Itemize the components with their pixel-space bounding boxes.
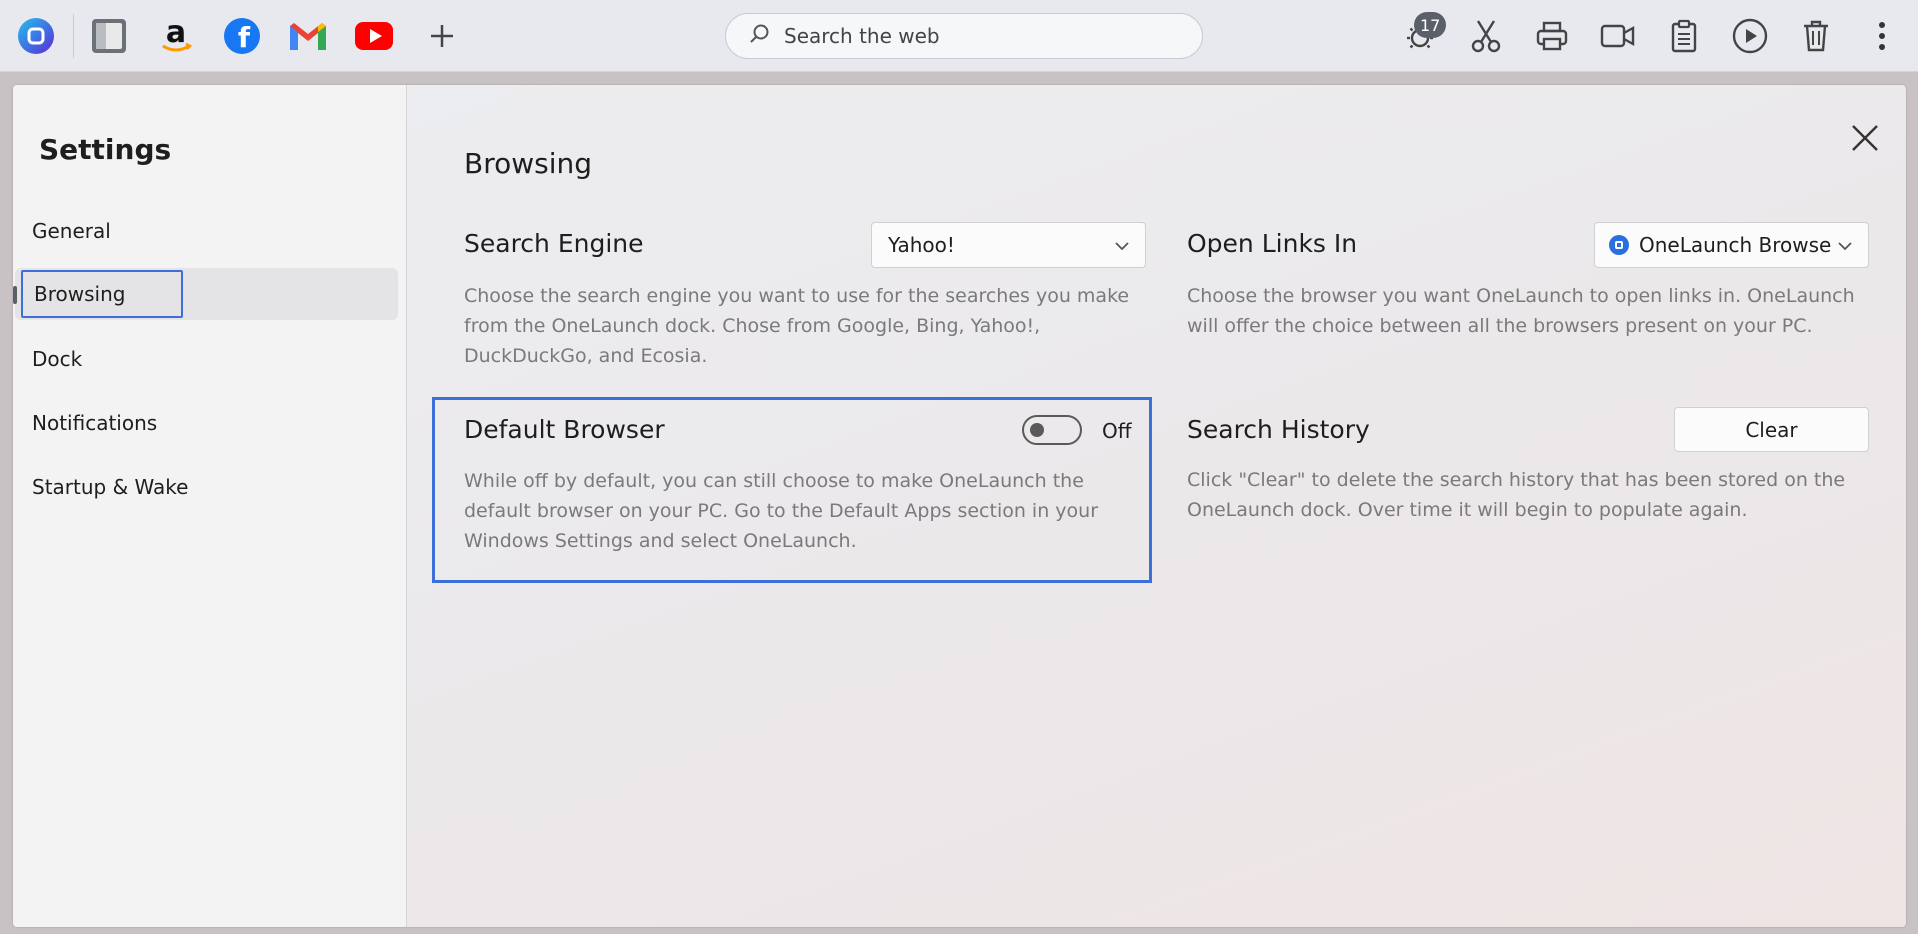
search-icon (748, 23, 770, 49)
description-line: While off by default, you can still choo… (464, 470, 1084, 492)
amazon-icon[interactable]: a (154, 14, 198, 58)
open-links-select[interactable]: OneLaunch Browse (1594, 222, 1869, 268)
close-icon[interactable] (1848, 121, 1882, 155)
settings-title: Settings (39, 133, 172, 166)
files-icon[interactable] (87, 14, 131, 58)
default-browser-title: Default Browser (464, 415, 665, 444)
weather-badge: 17 (1414, 12, 1447, 38)
sidebar-item-label: General (32, 219, 111, 243)
description-line: OneLaunch dock. Over time it will begin … (1187, 499, 1748, 521)
toggle-knob (1030, 423, 1044, 437)
sidebar-item-dock[interactable]: Dock (13, 333, 403, 385)
scissors-icon[interactable] (1464, 14, 1508, 58)
gmail-icon[interactable] (286, 14, 330, 58)
settings-window: Settings General Browsing Dock Notificat… (13, 85, 1906, 927)
dock-separator (73, 14, 74, 58)
description-line: Choose the search engine you want to use… (464, 285, 1130, 307)
search-placeholder: Search the web (784, 24, 940, 48)
settings-content: Browsing Search Engine Yahoo! Choose the… (408, 85, 1906, 927)
search-engine-description: Choose the search engine you want to use… (464, 281, 1144, 371)
sidebar-item-label: Startup & Wake (32, 475, 189, 499)
add-icon[interactable] (420, 14, 464, 58)
play-icon[interactable] (1728, 14, 1772, 58)
sidebar-item-startup-wake[interactable]: Startup & Wake (13, 461, 403, 513)
svg-text:f: f (238, 21, 251, 54)
more-icon[interactable] (1860, 14, 1904, 58)
settings-sidebar: Settings General Browsing Dock Notificat… (13, 85, 407, 927)
search-history-description: Click "Clear" to delete the search histo… (1187, 465, 1877, 525)
chevron-down-icon (1836, 236, 1854, 260)
search-engine-title: Search Engine (464, 229, 644, 258)
search-engine-select[interactable]: Yahoo! (871, 222, 1146, 268)
description-line: default browser on your PC. Go to the De… (464, 500, 1099, 522)
web-search-box[interactable]: Search the web (725, 13, 1203, 59)
description-line: DuckDuckGo, and Ecosia. (464, 345, 708, 367)
sidebar-item-notifications[interactable]: Notifications (13, 397, 403, 449)
trash-icon[interactable] (1794, 14, 1838, 58)
facebook-icon[interactable]: f (220, 14, 264, 58)
default-browser-toggle-label: Off (1102, 419, 1132, 443)
open-links-title: Open Links In (1187, 229, 1358, 258)
youtube-icon[interactable] (352, 14, 396, 58)
video-icon[interactable] (1596, 14, 1640, 58)
description-line: will offer the choice between all the br… (1187, 315, 1813, 337)
description-line: Click "Clear" to delete the search histo… (1187, 469, 1846, 491)
sidebar-item-label: Notifications (32, 411, 158, 435)
sidebar-item-general[interactable]: General (13, 205, 403, 257)
description-line: Windows Settings and select OneLaunch. (464, 530, 857, 552)
default-browser-description: While off by default, you can still choo… (464, 466, 1144, 556)
dock-bar: a f Search the web 17 (0, 0, 1918, 72)
search-engine-value: Yahoo! (888, 233, 955, 257)
clear-history-button[interactable]: Clear (1674, 407, 1869, 452)
sidebar-item-browsing[interactable]: Browsing (13, 268, 398, 320)
printer-icon[interactable] (1530, 14, 1574, 58)
description-line: from the OneLaunch dock. Chose from Goog… (464, 315, 1041, 337)
sidebar-item-label: Dock (32, 347, 83, 371)
onelaunch-browser-icon (1609, 235, 1629, 255)
svg-text:a: a (166, 16, 186, 50)
focus-ring (21, 270, 183, 318)
page-title: Browsing (464, 147, 593, 180)
chevron-down-icon (1113, 236, 1131, 260)
description-line: Choose the browser you want OneLaunch to… (1187, 285, 1855, 307)
open-links-value: OneLaunch Browse (1639, 233, 1832, 257)
onelaunch-icon[interactable] (14, 14, 58, 58)
default-browser-toggle[interactable] (1022, 415, 1082, 445)
active-indicator (13, 286, 17, 304)
open-links-description: Choose the browser you want OneLaunch to… (1187, 281, 1877, 341)
clipboard-icon[interactable] (1662, 14, 1706, 58)
search-history-title: Search History (1187, 415, 1370, 444)
